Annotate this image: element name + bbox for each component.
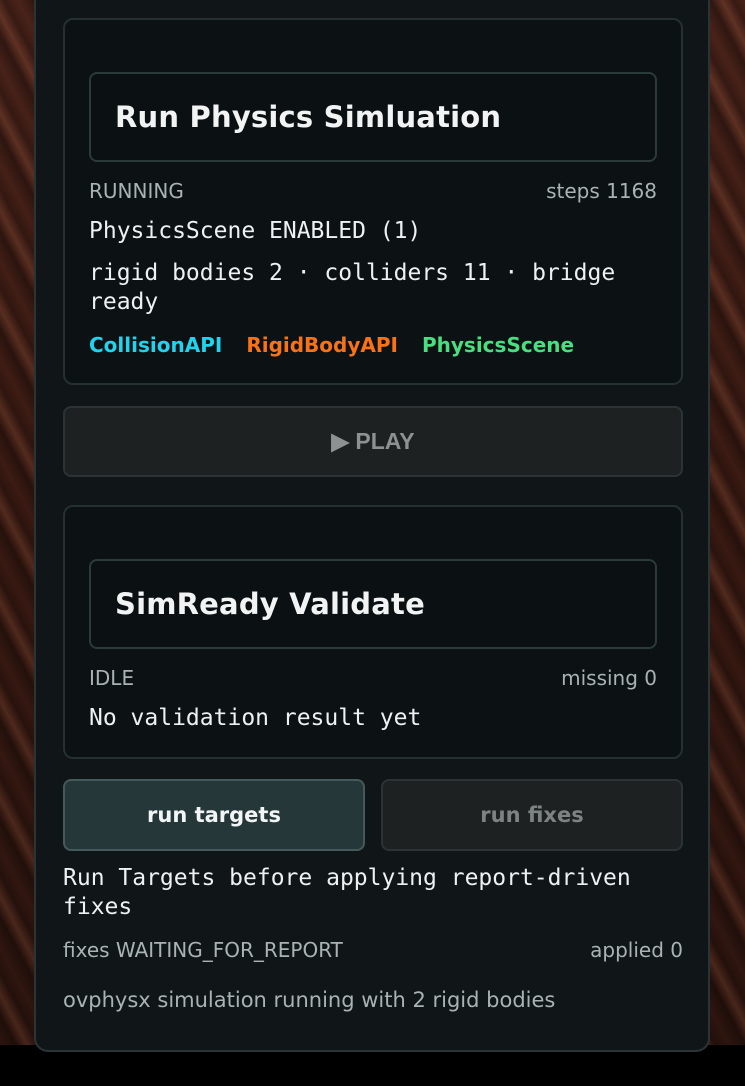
simready-missing: missing 0	[561, 666, 657, 690]
run-fixes-button[interactable]: run fixes	[381, 779, 683, 851]
simready-status-row: IDLE missing 0	[89, 666, 657, 690]
fixes-status-row: fixes WAITING_FOR_REPORT applied 0	[63, 938, 683, 962]
physics-status-row: RUNNING steps 1168	[89, 179, 657, 203]
play-button[interactable]: ▶ PLAY	[63, 406, 683, 477]
physics-title-box[interactable]: Run Physics Simluation	[89, 72, 657, 162]
simready-title-box[interactable]: SimReady Validate	[89, 559, 657, 649]
physics-steps: steps 1168	[546, 179, 657, 203]
fixes-status: fixes WAITING_FOR_REPORT	[63, 938, 343, 962]
run-targets-button[interactable]: run targets	[63, 779, 365, 851]
fixes-hint: Run Targets before applying report-drive…	[63, 865, 631, 920]
simready-result: No validation result yet	[89, 705, 422, 731]
simready-status: IDLE	[89, 666, 135, 690]
physics-scene-line: PhysicsScene ENABLED (1)	[89, 218, 422, 244]
tag-collision-api: CollisionAPI	[89, 333, 223, 357]
status-message: ovphysx simulation running with 2 rigid …	[63, 988, 556, 1012]
tag-physics-scene: PhysicsScene	[421, 333, 575, 357]
simready-title: SimReady Validate	[115, 587, 425, 621]
physics-status: RUNNING	[89, 179, 184, 203]
physics-bodies-line: rigid bodies 2 · colliders 11 · bridge r…	[89, 260, 616, 315]
tag-rigidbody-api: RigidBodyAPI	[246, 333, 398, 357]
physics-title: Run Physics Simluation	[115, 100, 502, 134]
physics-tags: CollisionAPI RigidBodyAPI PhysicsScene	[89, 333, 574, 357]
fixes-applied: applied 0	[590, 938, 683, 962]
